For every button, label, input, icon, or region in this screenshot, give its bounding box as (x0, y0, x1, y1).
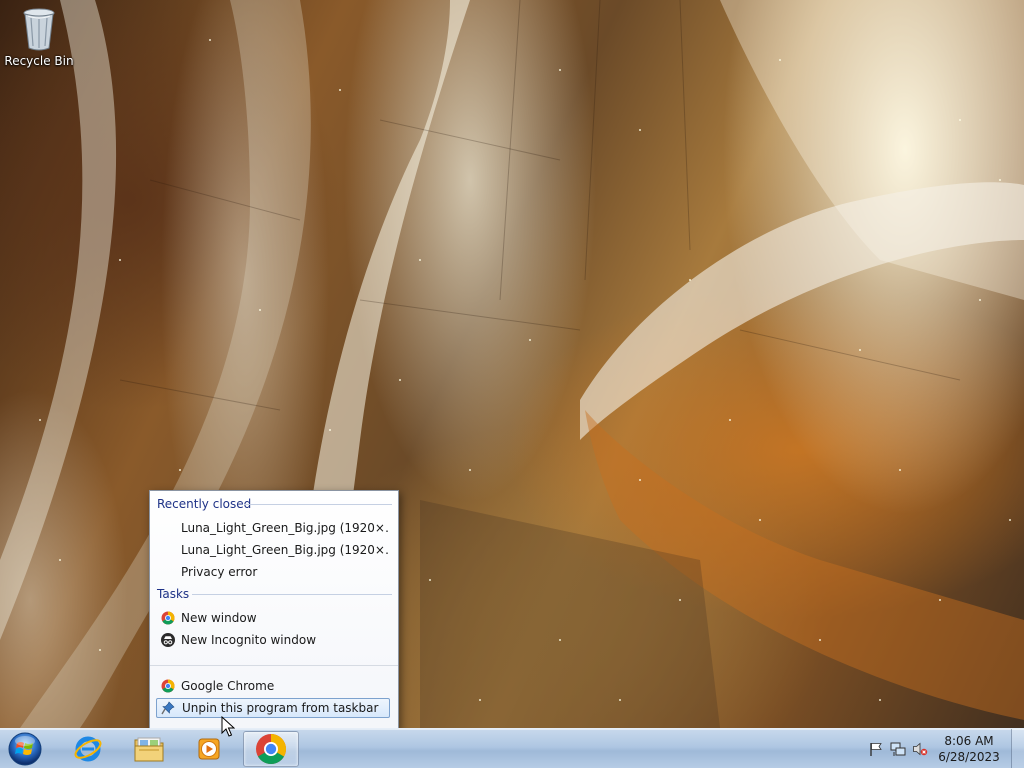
app-item-label: Google Chrome (181, 679, 275, 693)
recycle-bin-label: Recycle Bin (4, 54, 74, 68)
unpin-icon (161, 701, 175, 715)
chrome-jump-list: Recently closed Luna_Light_Green_Big.jpg… (149, 490, 399, 730)
incognito-icon (161, 633, 175, 647)
chrome-icon (161, 679, 175, 693)
chrome-icon (256, 734, 287, 765)
mouse-cursor-icon (221, 715, 236, 742)
recently-closed-header: Recently closed (157, 497, 252, 511)
unpin-from-taskbar[interactable]: Unpin this program from taskbar (156, 698, 390, 718)
recently-closed-separator (244, 504, 392, 505)
taskbar-google-chrome[interactable] (243, 731, 299, 767)
recent-item-label: Luna_Light_Green_Big.jpg (1920×… (181, 543, 390, 557)
network-icon[interactable] (890, 741, 906, 757)
tasks-header: Tasks (157, 587, 190, 601)
taskbar-windows-explorer[interactable] (121, 731, 177, 767)
task-label: New window (181, 611, 257, 625)
task-label: New Incognito window (181, 633, 317, 647)
recent-item-luna-2[interactable]: Luna_Light_Green_Big.jpg (1920×… (156, 540, 390, 560)
clock-time: 8:06 AM (944, 734, 994, 748)
internet-explorer-icon (74, 736, 102, 762)
taskbar-internet-explorer[interactable] (60, 731, 116, 767)
taskbar: 8:06 AM 6/28/2023 (0, 728, 1024, 768)
clock[interactable]: 8:06 AM 6/28/2023 (934, 733, 1004, 765)
system-tray: 8:06 AM 6/28/2023 (854, 729, 1024, 768)
clock-date: 6/28/2023 (938, 750, 1000, 764)
recent-item-privacy-error[interactable]: Privacy error (156, 562, 390, 582)
show-desktop-button[interactable] (1011, 729, 1024, 768)
recent-item-label: Luna_Light_Green_Big.jpg (1920×… (181, 521, 390, 535)
volume-muted-icon[interactable] (912, 741, 928, 757)
app-section-divider (150, 665, 398, 666)
recent-item-luna-1[interactable]: Luna_Light_Green_Big.jpg (1920×… (156, 518, 390, 538)
task-new-incognito-window[interactable]: New Incognito window (156, 630, 390, 650)
recycle-bin-shortcut[interactable]: Recycle Bin (4, 4, 74, 68)
desktop: Recycle Bin Recently closed Luna_Light_G… (0, 0, 1024, 768)
tasks-separator (192, 594, 392, 595)
chrome-icon (161, 611, 175, 625)
app-item-label: Unpin this program from taskbar (182, 701, 379, 715)
open-google-chrome[interactable]: Google Chrome (156, 676, 390, 696)
recycle-bin-icon (19, 4, 59, 52)
folder-icon (134, 737, 164, 762)
recent-item-label: Privacy error (181, 565, 258, 579)
task-new-window[interactable]: New window (156, 608, 390, 628)
start-button[interactable] (6, 731, 44, 767)
windows-orb-icon (8, 732, 42, 766)
action-center-flag-icon[interactable] (868, 741, 884, 757)
media-player-icon (198, 738, 220, 760)
